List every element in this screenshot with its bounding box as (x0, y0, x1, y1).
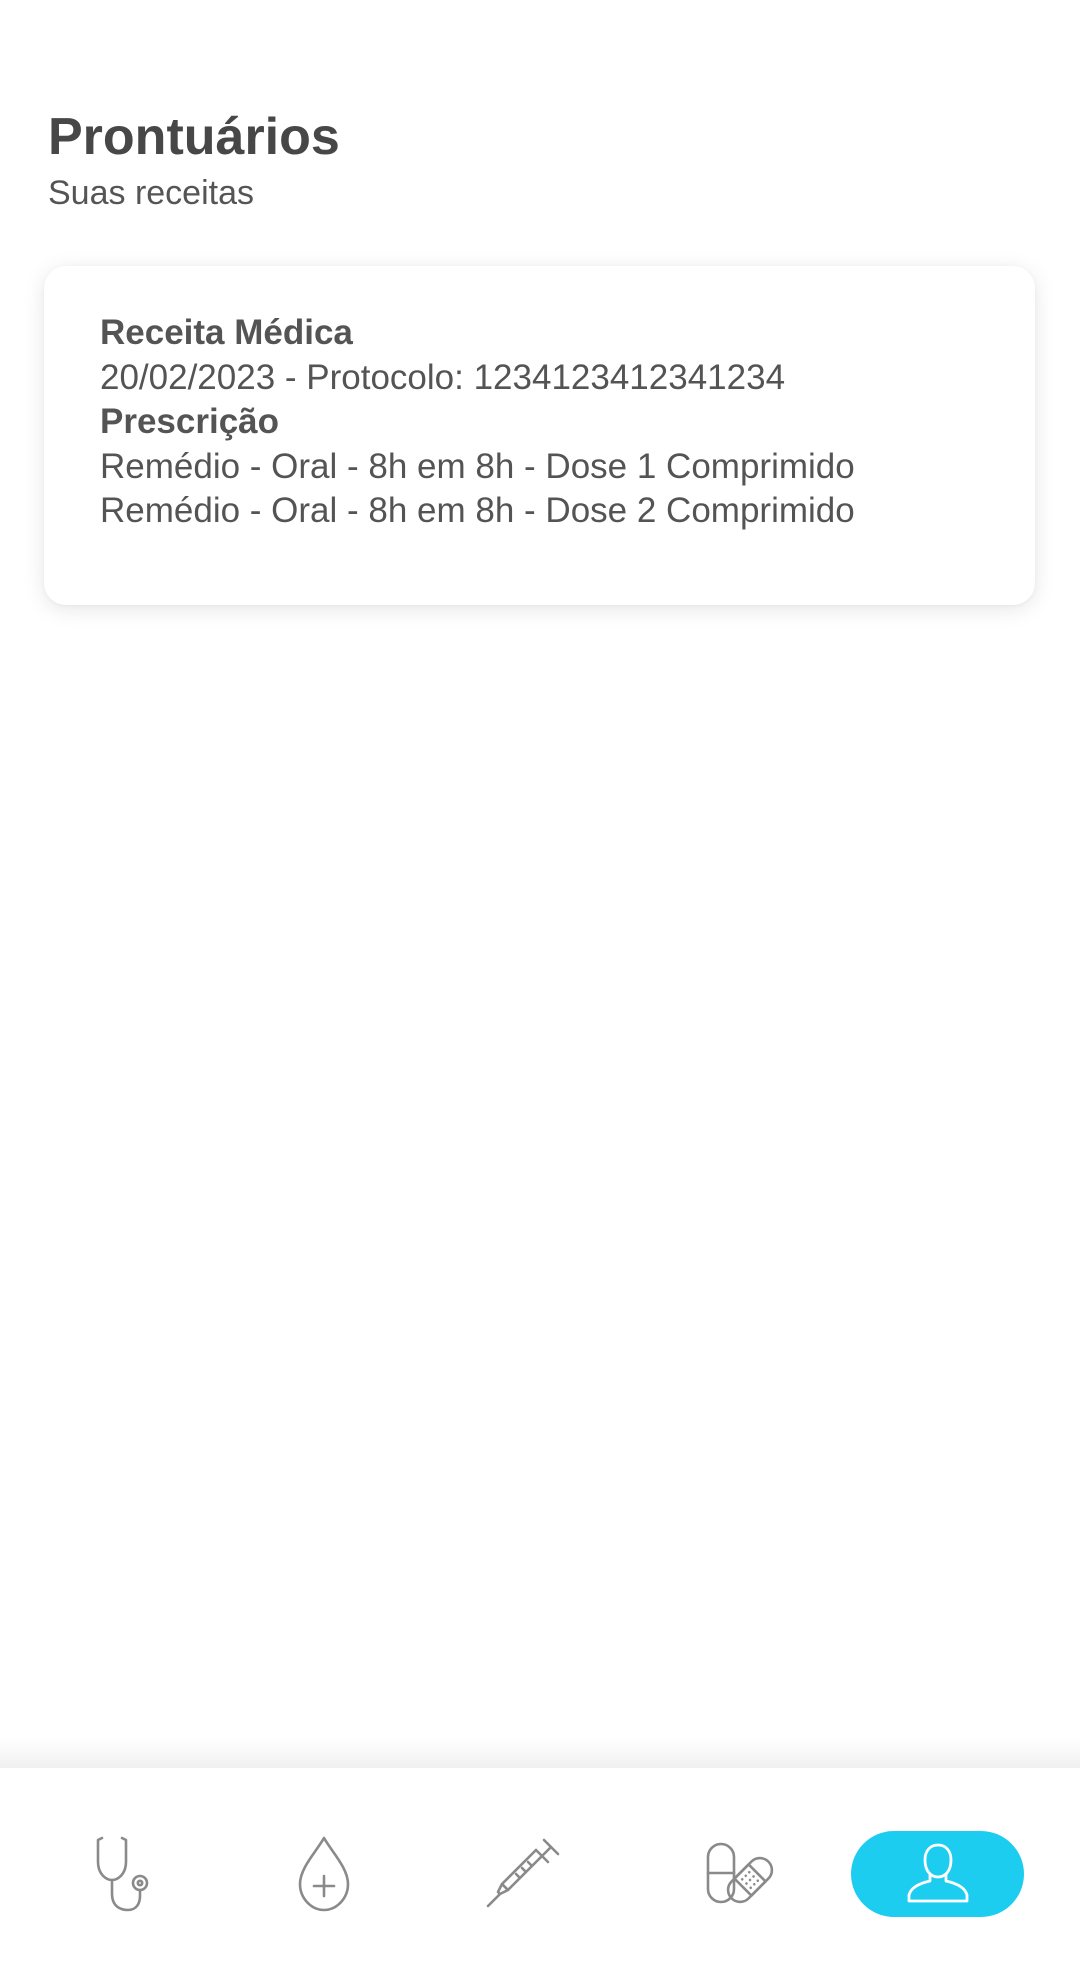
app-screen: Prontuários Suas receitas Receita Médica… (0, 0, 1080, 1979)
prescription-card[interactable]: Receita Médica 20/02/2023 - Protocolo: 1… (44, 266, 1035, 605)
prescription-title: Receita Médica (100, 313, 353, 352)
user-icon (907, 1843, 968, 1903)
nav-item-medication[interactable] (690, 1824, 790, 1924)
page-subtitle: Suas receitas (48, 174, 254, 212)
bottom-navigation (0, 1768, 1080, 1979)
prescription-section-label: Prescrição (100, 402, 280, 441)
nav-item-stethoscope[interactable] (74, 1824, 174, 1924)
nav-item-vaccine[interactable] (474, 1824, 574, 1924)
nav-item-profile[interactable] (851, 1831, 1024, 1917)
pill-bandage-icon (706, 1842, 774, 1904)
prescription-date-protocol: 20/02/2023 - Protocolo: 1234123412341234 (100, 357, 786, 397)
syringe-icon (486, 1838, 560, 1908)
blood-drop-plus-icon (298, 1836, 350, 1912)
stethoscope-icon (96, 1836, 149, 1912)
nav-shadow (0, 1738, 1080, 1768)
page-header: Prontuários Suas receitas (48, 106, 340, 214)
prescription-item: Remédio - Oral - 8h em 8h - Dose 1 Compr… (100, 446, 855, 486)
page-title: Prontuários (48, 108, 340, 166)
nav-item-blood[interactable] (274, 1824, 374, 1924)
prescription-item: Remédio - Oral - 8h em 8h - Dose 2 Compr… (100, 491, 855, 530)
